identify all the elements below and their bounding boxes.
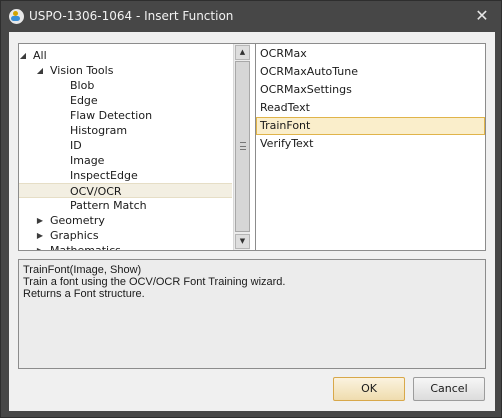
expanded-arrow-icon[interactable]: ◢	[19, 48, 28, 63]
tree-item-label: Blob	[70, 79, 95, 92]
tree-item[interactable]: Histogram	[19, 123, 232, 138]
close-icon[interactable]: ✕	[473, 7, 491, 25]
tree-item-label: OCV/OCR	[70, 185, 122, 198]
grip-icon	[240, 142, 246, 150]
tree-item[interactable]: ▶ Graphics	[19, 228, 232, 243]
scroll-thumb[interactable]	[235, 61, 250, 232]
tree-item[interactable]: ▶ Mathematics	[19, 243, 232, 251]
function-item[interactable]: OCRMax	[256, 45, 485, 63]
scroll-up-icon[interactable]: ▲	[235, 45, 250, 60]
dialog-body: ◢ All ◢ Vision Tools Blob Edge Flaw Detection H…	[9, 32, 495, 411]
insert-function-dialog: USPO-1306-1064 - Insert Function ✕ ◢ All ◢…	[0, 0, 502, 418]
tree-item-label: Flaw Detection	[70, 109, 153, 122]
function-list: OCRMax OCRMaxAutoTune OCRMaxSettings ReadTe…	[255, 43, 486, 251]
tree-item-label: ID	[70, 139, 82, 152]
function-item[interactable]: ReadText	[256, 99, 485, 117]
cancel-button[interactable]: Cancel	[413, 377, 485, 401]
scroll-down-icon[interactable]: ▼	[235, 234, 250, 249]
window-title: USPO-1306-1064 - Insert Function	[29, 9, 234, 23]
expanded-arrow-icon[interactable]: ◢	[35, 63, 45, 78]
function-item[interactable]: OCRMaxAutoTune	[256, 63, 485, 81]
tree-item[interactable]: Image	[19, 153, 232, 168]
function-description: TrainFont(Image, Show) Train a font usin…	[18, 259, 486, 369]
tree-item[interactable]: ◢ Vision Tools	[19, 63, 232, 78]
tree-item[interactable]: OCV/OCR	[19, 183, 232, 198]
description-line: TrainFont(Image, Show)	[23, 264, 142, 276]
tree-item-label: Histogram	[70, 124, 128, 137]
tree-item-label: Mathematics	[50, 244, 121, 251]
tree-item[interactable]: Pattern Match	[19, 198, 232, 213]
tree-item-label: InspectEdge	[70, 169, 138, 182]
tree-item-label: Image	[70, 154, 105, 167]
tree-item-label: All	[33, 49, 47, 62]
tree-item-label: Pattern Match	[70, 199, 147, 212]
tree-item[interactable]: ID	[19, 138, 232, 153]
function-item[interactable]: OCRMaxSettings	[256, 81, 485, 99]
tree-item[interactable]: Blob	[19, 78, 232, 93]
tree-item[interactable]: ▶ Geometry	[19, 213, 232, 228]
tree-item-label: Vision Tools	[50, 64, 114, 77]
tree-item-label: Graphics	[50, 229, 99, 242]
tree-item-label: Edge	[70, 94, 98, 107]
tree-item[interactable]: Flaw Detection	[19, 108, 232, 123]
tree-item[interactable]: InspectEdge	[19, 168, 232, 183]
ok-button[interactable]: OK	[333, 377, 405, 401]
tree-item-label: Geometry	[50, 214, 105, 227]
tree-scrollbar[interactable]: ▲ ▼	[233, 44, 250, 250]
function-item[interactable]: TrainFont	[256, 117, 485, 135]
description-line: Returns a Font structure.	[23, 288, 145, 300]
app-icon	[9, 9, 24, 24]
tree-item[interactable]: ◢ All	[19, 48, 232, 63]
collapsed-arrow-icon[interactable]: ▶	[35, 243, 45, 250]
title-bar[interactable]: USPO-1306-1064 - Insert Function ✕	[1, 1, 501, 32]
tree-item[interactable]: Edge	[19, 93, 232, 108]
collapsed-arrow-icon[interactable]: ▶	[35, 228, 45, 243]
function-item[interactable]: VerifyText	[256, 135, 485, 153]
description-line: Train a font using the OCV/OCR Font Trai…	[23, 276, 286, 288]
category-tree: ◢ All ◢ Vision Tools Blob Edge Flaw Detection H…	[18, 43, 256, 251]
collapsed-arrow-icon[interactable]: ▶	[35, 213, 45, 228]
